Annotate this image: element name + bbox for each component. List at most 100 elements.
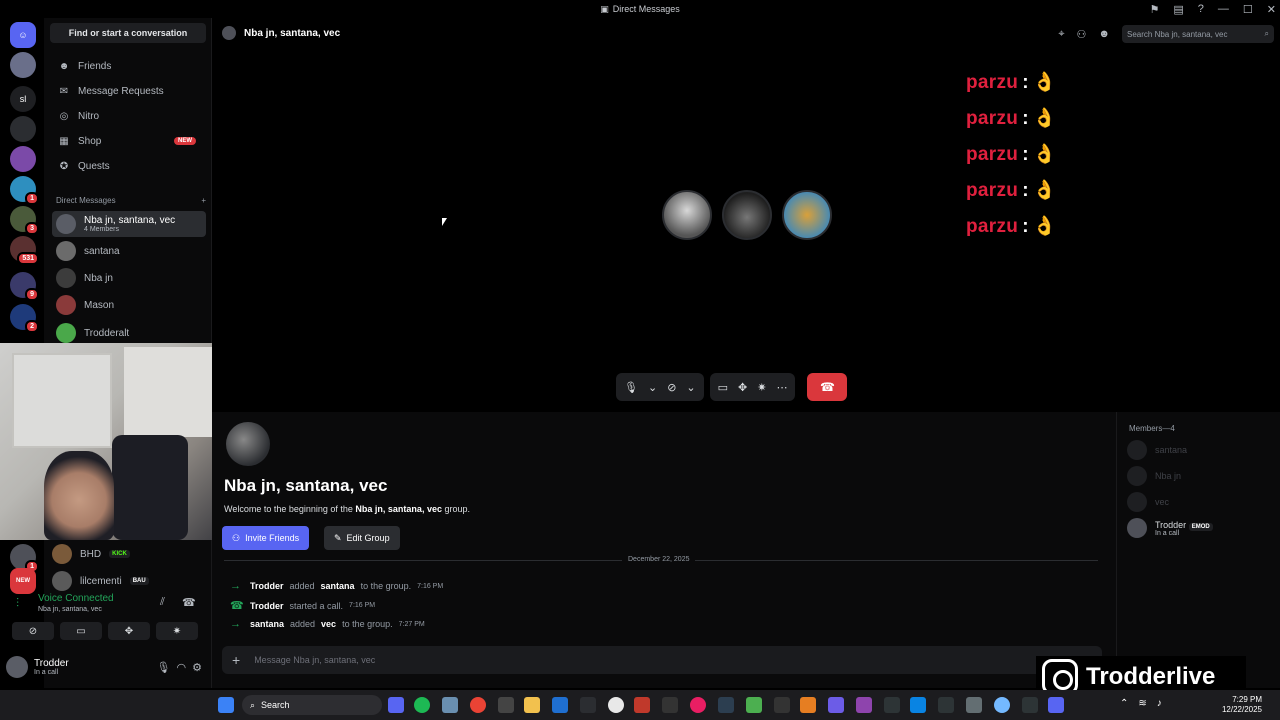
- windows-start-icon[interactable]: [218, 697, 234, 713]
- server-icon[interactable]: 1: [10, 544, 39, 573]
- dm-item[interactable]: Nba jn: [52, 265, 206, 291]
- app-icon[interactable]: [1048, 697, 1064, 713]
- dm-item[interactable]: Nba jn, santana, vec 4 Members: [52, 211, 206, 237]
- signal-icon: ⫶: [16, 596, 20, 610]
- member-item[interactable]: santana: [1127, 440, 1187, 460]
- disconnect-icon[interactable]: ☎: [182, 596, 196, 609]
- app-icon[interactable]: [800, 697, 816, 713]
- main-area: Nba jn, santana, vec ⌖ ⚇ ☻ Search Nba jn…: [212, 18, 1280, 688]
- search-input[interactable]: Search Nba jn, santana, vec ⌕: [1122, 25, 1274, 43]
- app-icon[interactable]: [938, 697, 954, 713]
- noise-suppression-icon[interactable]: ⫽: [160, 596, 165, 609]
- server-icon[interactable]: [10, 116, 36, 142]
- app-icon[interactable]: [634, 697, 650, 713]
- chevron-up-icon[interactable]: ⌃: [1120, 698, 1128, 709]
- mic-toggle[interactable]: 🎙 ⌄ ⊘ ⌄: [616, 373, 704, 401]
- overlay-text: parzu: 👌: [966, 216, 1057, 237]
- headphones-icon[interactable]: ◠: [177, 661, 187, 674]
- system-tray: ⌃ ≋ ♪: [1120, 698, 1162, 709]
- mic-icon[interactable]: 🎙: [157, 661, 171, 674]
- activities-button[interactable]: ✥: [108, 622, 150, 640]
- settings-icon[interactable]: ⚙: [192, 661, 202, 674]
- notification-badge: 531: [17, 252, 39, 265]
- user-panel: Trodder In a call 🎙 ◠ ⚙: [6, 652, 202, 682]
- server-icon[interactable]: [10, 146, 36, 172]
- home-button[interactable]: ☺: [10, 22, 36, 48]
- server-icon[interactable]: 531: [10, 236, 39, 265]
- app-icon[interactable]: [580, 697, 596, 713]
- server-icon[interactable]: sl: [10, 86, 36, 112]
- add-attachment-icon[interactable]: +: [232, 652, 240, 668]
- welcome-text: Welcome to the beginning of the Nba jn, …: [224, 504, 470, 514]
- wifi-icon[interactable]: ≋: [1138, 698, 1146, 709]
- add-friends-icon[interactable]: ⚇: [1077, 28, 1087, 41]
- chrome-icon[interactable]: [470, 697, 486, 713]
- app-icon[interactable]: [774, 697, 790, 713]
- app-icon[interactable]: [498, 697, 514, 713]
- nav-shop[interactable]: ▦ Shop NEW: [52, 130, 206, 152]
- app-icon[interactable]: [966, 697, 982, 713]
- members-icon[interactable]: ☻: [1098, 28, 1110, 40]
- app-icon[interactable]: [552, 697, 568, 713]
- inbox-icon[interactable]: ▤: [1173, 3, 1183, 16]
- taskbar-clock[interactable]: 7:29 PM 12/22/2025: [1222, 695, 1262, 715]
- dm-item[interactable]: BHD KICK: [52, 541, 208, 567]
- nav-message-requests[interactable]: ✉ Message Requests: [52, 80, 206, 102]
- minimize-button[interactable]: —: [1218, 3, 1229, 15]
- server-icon[interactable]: 1: [10, 176, 39, 205]
- pin-icon[interactable]: ⌖: [1058, 28, 1064, 41]
- member-list: Members—4 santana Nba jn vec Trodder EMO…: [1116, 412, 1280, 688]
- server-icon[interactable]: 9: [10, 272, 39, 301]
- screenshare-button[interactable]: ▭: [60, 622, 102, 640]
- member-item[interactable]: Nba jn: [1127, 466, 1181, 486]
- nav-quests[interactable]: ✪ Quests: [52, 155, 206, 177]
- app-icon[interactable]: [994, 697, 1010, 713]
- call-participant-avatar[interactable]: [782, 190, 832, 240]
- call-participant-avatar[interactable]: [662, 190, 712, 240]
- find-conversation-button[interactable]: Find or start a conversation: [50, 23, 206, 43]
- app-icon[interactable]: [662, 697, 678, 713]
- spotify-icon[interactable]: [414, 697, 430, 713]
- app-icon[interactable]: [608, 697, 624, 713]
- help-icon[interactable]: ?: [1198, 3, 1204, 15]
- folder-icon[interactable]: [524, 697, 540, 713]
- avatar[interactable]: [6, 656, 28, 678]
- call-actions[interactable]: ▭ ✥ ✷ ⋯: [709, 373, 796, 401]
- app-icon[interactable]: [910, 697, 926, 713]
- flag-icon[interactable]: ⚑: [1150, 3, 1160, 16]
- dm-item[interactable]: santana: [52, 238, 206, 264]
- call-participant-avatar[interactable]: [722, 190, 772, 240]
- invite-friends-button[interactable]: ⚇ Invite Friends: [222, 526, 310, 550]
- nav-nitro[interactable]: ◎ Nitro: [52, 105, 206, 127]
- server-icon[interactable]: [10, 52, 36, 78]
- voice-status[interactable]: Voice Connected: [38, 593, 114, 604]
- app-icon[interactable]: [884, 697, 900, 713]
- nav-friends[interactable]: ☻ Friends: [52, 55, 206, 77]
- edit-group-button[interactable]: ✎ Edit Group: [324, 526, 400, 550]
- dm-item[interactable]: Mason: [52, 292, 206, 318]
- close-button[interactable]: ✕: [1267, 3, 1276, 16]
- video-button[interactable]: ⊘: [12, 622, 54, 640]
- member-item[interactable]: vec: [1127, 492, 1169, 512]
- activities-icon: ✥: [124, 625, 134, 637]
- app-icon[interactable]: [442, 697, 458, 713]
- app-icon[interactable]: [828, 697, 844, 713]
- app-icon[interactable]: [718, 697, 734, 713]
- app-icon[interactable]: [1022, 697, 1038, 713]
- message-input[interactable]: + Message Nba jn, santana, vec: [222, 646, 1102, 674]
- server-icon[interactable]: 2: [10, 304, 39, 333]
- soundboard-button[interactable]: ✷: [156, 622, 198, 640]
- taskbar-search[interactable]: ⌕ Search: [242, 695, 382, 715]
- app-icon[interactable]: [690, 697, 706, 713]
- disconnect-call-button[interactable]: ☎: [807, 373, 848, 401]
- server-icon[interactable]: 3: [10, 206, 39, 235]
- app-icon[interactable]: [856, 697, 872, 713]
- maximize-button[interactable]: ☐: [1243, 3, 1253, 16]
- notification-badge: 9: [25, 288, 39, 301]
- member-item[interactable]: Trodder EMOD In a call: [1127, 518, 1213, 538]
- discord-taskbar-icon[interactable]: [388, 697, 404, 713]
- add-dm-icon[interactable]: +: [201, 196, 206, 205]
- minecraft-icon[interactable]: [746, 697, 762, 713]
- webcam-person: [44, 451, 114, 540]
- volume-icon[interactable]: ♪: [1157, 698, 1162, 709]
